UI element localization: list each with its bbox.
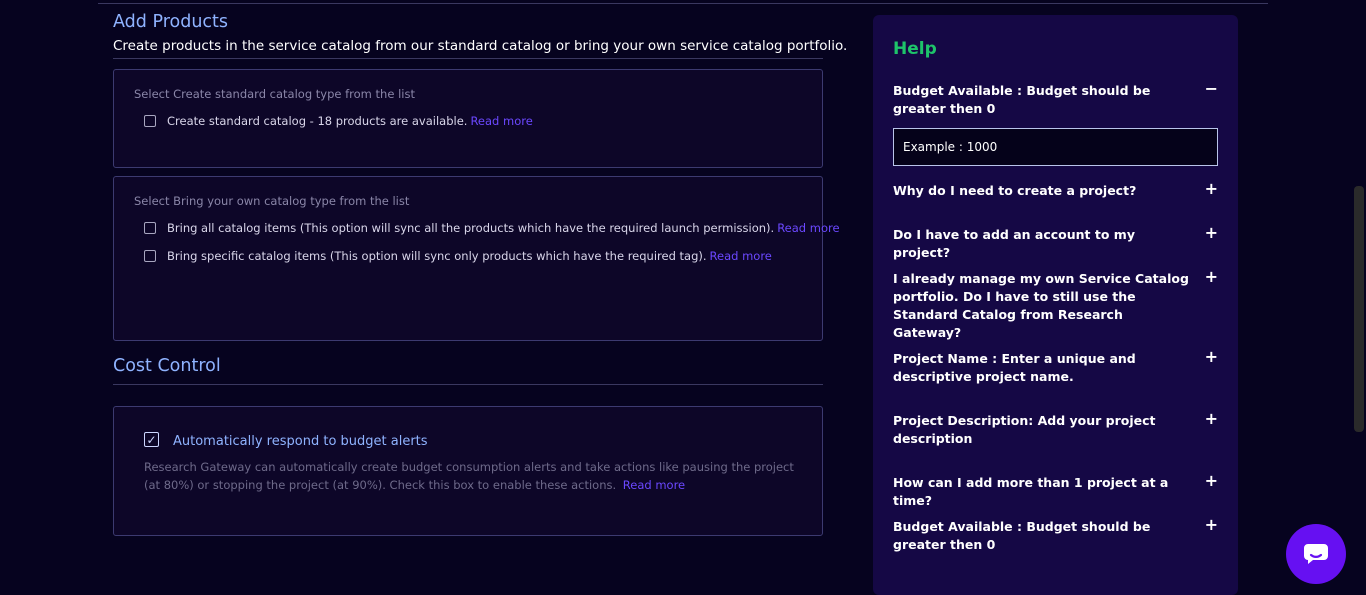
faq-item-project-description[interactable]: Project Description: Add your project de… [893, 410, 1218, 448]
top-divider [98, 3, 1268, 4]
help-title: Help [893, 39, 937, 59]
byoc-all-read-more-link[interactable]: Read more [777, 221, 839, 235]
byoc-all-text: Bring all catalog items (This option wil… [167, 221, 775, 235]
byoc-option-all: Bring all catalog items (This option wil… [144, 221, 840, 235]
expand-icon[interactable]: + [1205, 180, 1218, 198]
expand-icon[interactable]: + [1205, 348, 1218, 366]
faq-item-own-service-catalog[interactable]: I already manage my own Service Catalog … [893, 268, 1218, 342]
budget-alerts-read-more-link[interactable]: Read more [623, 478, 685, 492]
faq-question: Project Name : Enter a unique and descri… [893, 351, 1136, 384]
scrollbar-thumb[interactable] [1354, 186, 1364, 432]
faq-question: Do I have to add an account to my projec… [893, 227, 1135, 260]
byoc-option-specific: Bring specific catalog items (This optio… [144, 249, 772, 263]
budget-alerts-label[interactable]: Automatically respond to budget alerts [173, 434, 428, 449]
page-scrollbar[interactable] [1352, 0, 1366, 578]
faq-item-multiple-projects[interactable]: How can I add more than 1 project at a t… [893, 472, 1218, 510]
standard-catalog-option: Create standard catalog - 18 products ar… [144, 114, 533, 128]
faq-question: Budget Available : Budget should be grea… [893, 83, 1151, 116]
chat-button[interactable] [1286, 524, 1346, 584]
add-products-divider [113, 58, 823, 59]
faq-item-add-account[interactable]: Do I have to add an account to my projec… [893, 224, 1218, 262]
faq-question: Project Description: Add your project de… [893, 413, 1156, 446]
faq-question: I already manage my own Service Catalog … [893, 271, 1189, 340]
expand-icon[interactable]: + [1205, 472, 1218, 490]
standard-catalog-card: Select Create standard catalog type from… [113, 69, 823, 168]
standard-catalog-read-more-link[interactable]: Read more [470, 114, 532, 128]
expand-icon[interactable]: + [1205, 268, 1218, 286]
expand-icon[interactable]: + [1205, 410, 1218, 428]
cost-control-divider [113, 384, 823, 385]
byoc-specific-read-more-link[interactable]: Read more [710, 249, 772, 263]
faq-question: Budget Available : Budget should be grea… [893, 519, 1151, 552]
collapse-icon[interactable]: − [1205, 80, 1218, 98]
cost-control-card: ✓ Automatically respond to budget alerts… [113, 406, 823, 536]
help-panel: Help Budget Available : Budget should be… [873, 15, 1238, 595]
standard-catalog-option-text: Create standard catalog - 18 products ar… [167, 114, 468, 128]
cost-control-title: Cost Control [113, 356, 221, 376]
faq-question: Why do I need to create a project? [893, 183, 1137, 198]
byoc-card: Select Bring your own catalog type from … [113, 176, 840, 341]
byoc-all-checkbox[interactable] [144, 222, 156, 234]
add-products-subtitle: Create products in the service catalog f… [113, 38, 848, 54]
add-products-title: Add Products [113, 12, 229, 32]
byoc-label: Select Bring your own catalog type from … [134, 194, 410, 208]
expand-icon[interactable]: + [1205, 516, 1218, 534]
byoc-specific-checkbox[interactable] [144, 250, 156, 262]
standard-catalog-label: Select Create standard catalog type from… [134, 87, 415, 101]
budget-alerts-description-text: Research Gateway can automatically creat… [144, 460, 794, 492]
faq-question: How can I add more than 1 project at a t… [893, 475, 1169, 508]
faq-item-budget-available-2[interactable]: Budget Available : Budget should be grea… [893, 516, 1218, 554]
standard-catalog-checkbox[interactable] [144, 115, 156, 127]
budget-alerts-checkbox[interactable]: ✓ [144, 432, 159, 447]
faq-answer-example: Example : 1000 [893, 128, 1218, 166]
byoc-specific-text: Bring specific catalog items (This optio… [167, 249, 707, 263]
chat-bubble-icon [1304, 544, 1328, 564]
faq-item-budget-available[interactable]: Budget Available : Budget should be grea… [893, 80, 1218, 118]
budget-alerts-description: Research Gateway can automatically creat… [144, 458, 804, 494]
expand-icon[interactable]: + [1205, 224, 1218, 242]
faq-item-project-name[interactable]: Project Name : Enter a unique and descri… [893, 348, 1218, 386]
faq-item-why-create-project[interactable]: Why do I need to create a project? + [893, 180, 1218, 200]
